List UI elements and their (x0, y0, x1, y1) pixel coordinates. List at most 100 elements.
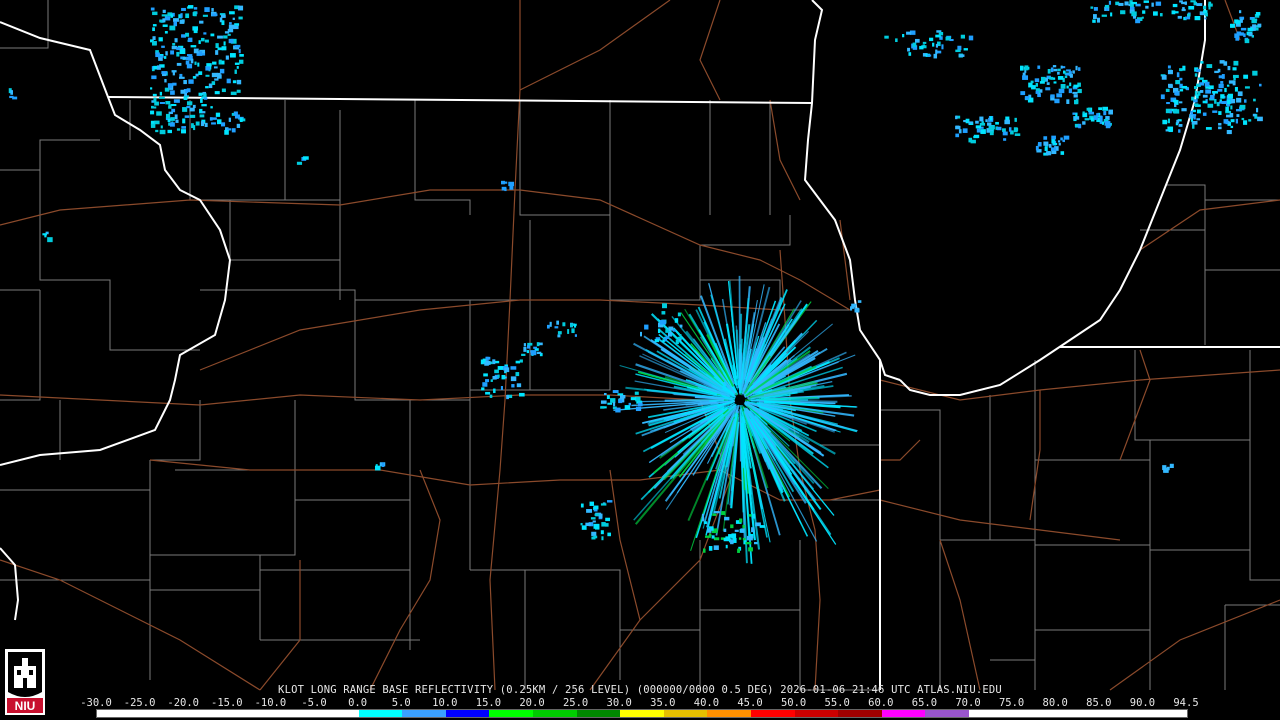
echo-pixel (1178, 129, 1181, 133)
scale-label: 25.0 (562, 697, 589, 709)
echo-pixel (607, 402, 613, 405)
echo-pixel (672, 329, 676, 332)
echo-pixel (1232, 80, 1236, 86)
echo-pixel (1066, 99, 1070, 104)
echo-pixel (1172, 3, 1178, 8)
echo-pixel (546, 324, 550, 329)
echo-pixel (1037, 142, 1042, 147)
scale-label: -20.0 (167, 697, 199, 709)
echo-pixel (1167, 126, 1174, 132)
echo-pixel (504, 187, 507, 192)
radar-map[interactable] (0, 0, 1280, 720)
scale-swatch (1099, 710, 1144, 717)
echo-pixel (152, 24, 157, 27)
echo-pixel (976, 128, 981, 133)
echo-pixel (1197, 77, 1204, 80)
echo-pixel (1045, 151, 1052, 156)
echo-pixel (554, 326, 559, 329)
echo-pixel (1244, 99, 1247, 103)
echo-pixel (1173, 109, 1180, 114)
echo-pixel (1181, 108, 1187, 112)
echo-pixel (981, 121, 984, 124)
echo-pixel (1073, 84, 1079, 88)
echo-pixel (851, 303, 857, 308)
echo-pixel (660, 320, 666, 325)
echo-pixel (594, 513, 601, 516)
echo-pixel (902, 34, 905, 38)
echo-pixel (591, 536, 596, 540)
echo-pixel (557, 331, 562, 335)
echo-pixel (199, 20, 204, 24)
echo-pixel (922, 41, 927, 44)
echo-pixel (1196, 109, 1201, 114)
echo-pixel (1131, 11, 1137, 17)
scale-label: 94.5 (1173, 697, 1199, 709)
echo-pixel (975, 120, 979, 124)
scale-label: -10.0 (254, 697, 287, 709)
echo-pixel (526, 350, 530, 354)
echo-pixel (721, 511, 726, 516)
echo-pixel (203, 93, 207, 98)
echo-pixel (963, 48, 968, 51)
echo-pixel (1048, 76, 1054, 80)
echo-pixel (745, 541, 752, 545)
echo-pixel (504, 367, 510, 373)
echo-pixel (1218, 126, 1222, 130)
echo-pixel (175, 119, 179, 123)
echo-pixel (165, 51, 168, 56)
echo-pixel (1218, 101, 1224, 104)
echo-pixel (1195, 94, 1199, 99)
scale-swatch (794, 710, 839, 717)
echo-pixel (1178, 124, 1183, 127)
echo-pixel (500, 386, 503, 390)
echo-pixel (679, 334, 682, 337)
echo-pixel (1145, 5, 1149, 9)
echo-pixel (968, 137, 973, 143)
echo-pixel (668, 326, 674, 331)
echo-pixel (1102, 106, 1109, 111)
echo-pixel (1226, 99, 1231, 105)
echo-pixel (1096, 113, 1100, 117)
echo-pixel (657, 328, 661, 334)
echo-pixel (180, 13, 183, 18)
echo-pixel (1193, 115, 1196, 120)
echo-pixel (1159, 13, 1163, 17)
echo-pixel (1179, 77, 1183, 81)
echo-pixel (618, 399, 623, 404)
scale-swatch (1012, 710, 1057, 717)
echo-pixel (9, 95, 14, 99)
echo-pixel (172, 43, 176, 46)
echo-pixel (624, 405, 631, 410)
echo-pixel (1189, 114, 1194, 119)
echo-pixel (679, 324, 683, 328)
echo-pixel (1174, 103, 1177, 108)
echo-pixel (1227, 93, 1233, 99)
echo-pixel (703, 548, 706, 553)
echo-pixel (1205, 89, 1212, 94)
echo-pixel (644, 324, 649, 330)
echo-pixel (1202, 100, 1208, 104)
echo-pixel (183, 80, 187, 85)
echo-pixel (1143, 0, 1149, 3)
echo-pixel (211, 81, 216, 85)
scale-swatch (489, 710, 533, 717)
echo-pixel (1178, 101, 1183, 104)
echo-pixel (1086, 107, 1091, 111)
echo-pixel (724, 516, 730, 521)
echo-pixel (711, 535, 715, 539)
scale-label: 80.0 (1042, 697, 1068, 709)
echo-pixel (957, 45, 962, 51)
echo-pixel (234, 44, 241, 48)
echo-pixel (225, 55, 229, 60)
echo-pixel (1057, 76, 1064, 80)
echo-pixel (1226, 114, 1232, 118)
echo-pixel (1218, 111, 1222, 115)
echo-pixel (592, 520, 596, 523)
echo-pixel (236, 89, 241, 93)
echo-pixel (154, 120, 160, 125)
echo-pixel (210, 106, 213, 109)
echo-pixel (205, 86, 209, 89)
echo-pixel (530, 350, 536, 353)
echo-pixel (1101, 14, 1107, 17)
echo-pixel (1203, 10, 1208, 14)
